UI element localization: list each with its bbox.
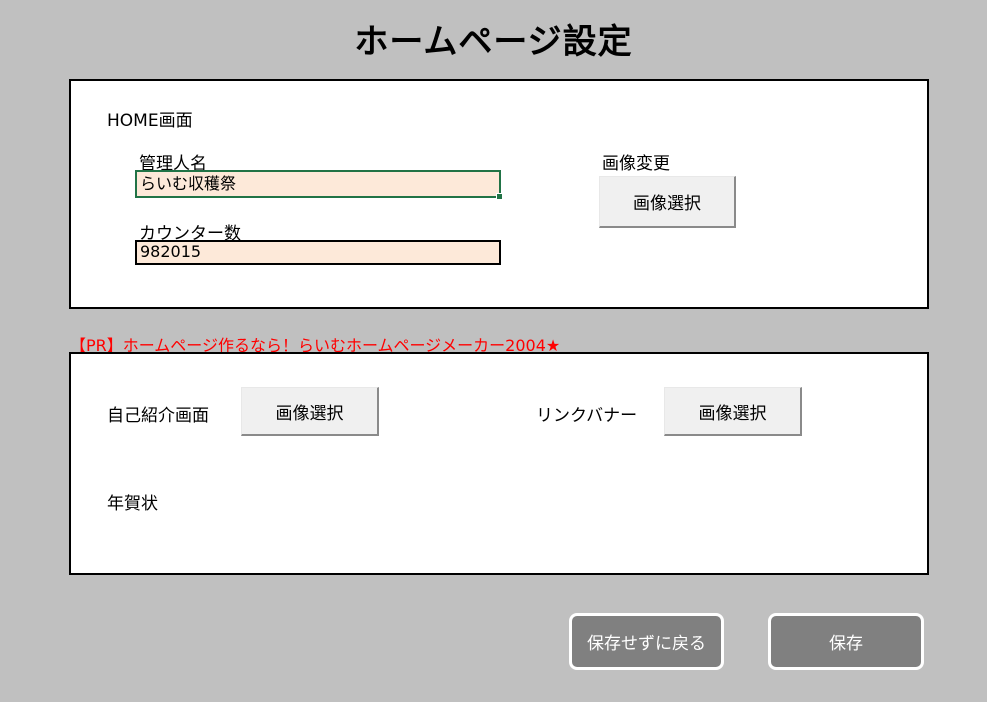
counter-field[interactable]: 982015	[135, 240, 501, 265]
image-change-label: 画像変更	[602, 154, 670, 174]
cancel-without-saving-button[interactable]: 保存せずに戻る	[569, 613, 724, 670]
link-banner-image-select-button[interactable]: 画像選択	[664, 387, 802, 436]
save-button[interactable]: 保存	[768, 613, 924, 670]
page-title: ホームページ設定	[354, 22, 633, 62]
home-image-select-button[interactable]: 画像選択	[599, 176, 736, 228]
page-images-panel: 自己紹介画面 画像選択 リンクバナー 画像選択 年賀状	[69, 352, 929, 575]
cell-fill-handle[interactable]	[496, 193, 503, 200]
admin-name-field[interactable]: らいむ収穫祭	[135, 170, 501, 198]
home-settings-panel: HOME画面 管理人名 らいむ収穫祭 カウンター数 982015 画像変更 画像…	[69, 79, 929, 309]
self-intro-image-select-button[interactable]: 画像選択	[241, 387, 379, 436]
self-intro-label: 自己紹介画面	[107, 406, 209, 426]
link-banner-label: リンクバナー	[536, 406, 638, 426]
new-year-card-label: 年賀状	[107, 494, 158, 514]
home-section-label: HOME画面	[107, 111, 193, 131]
